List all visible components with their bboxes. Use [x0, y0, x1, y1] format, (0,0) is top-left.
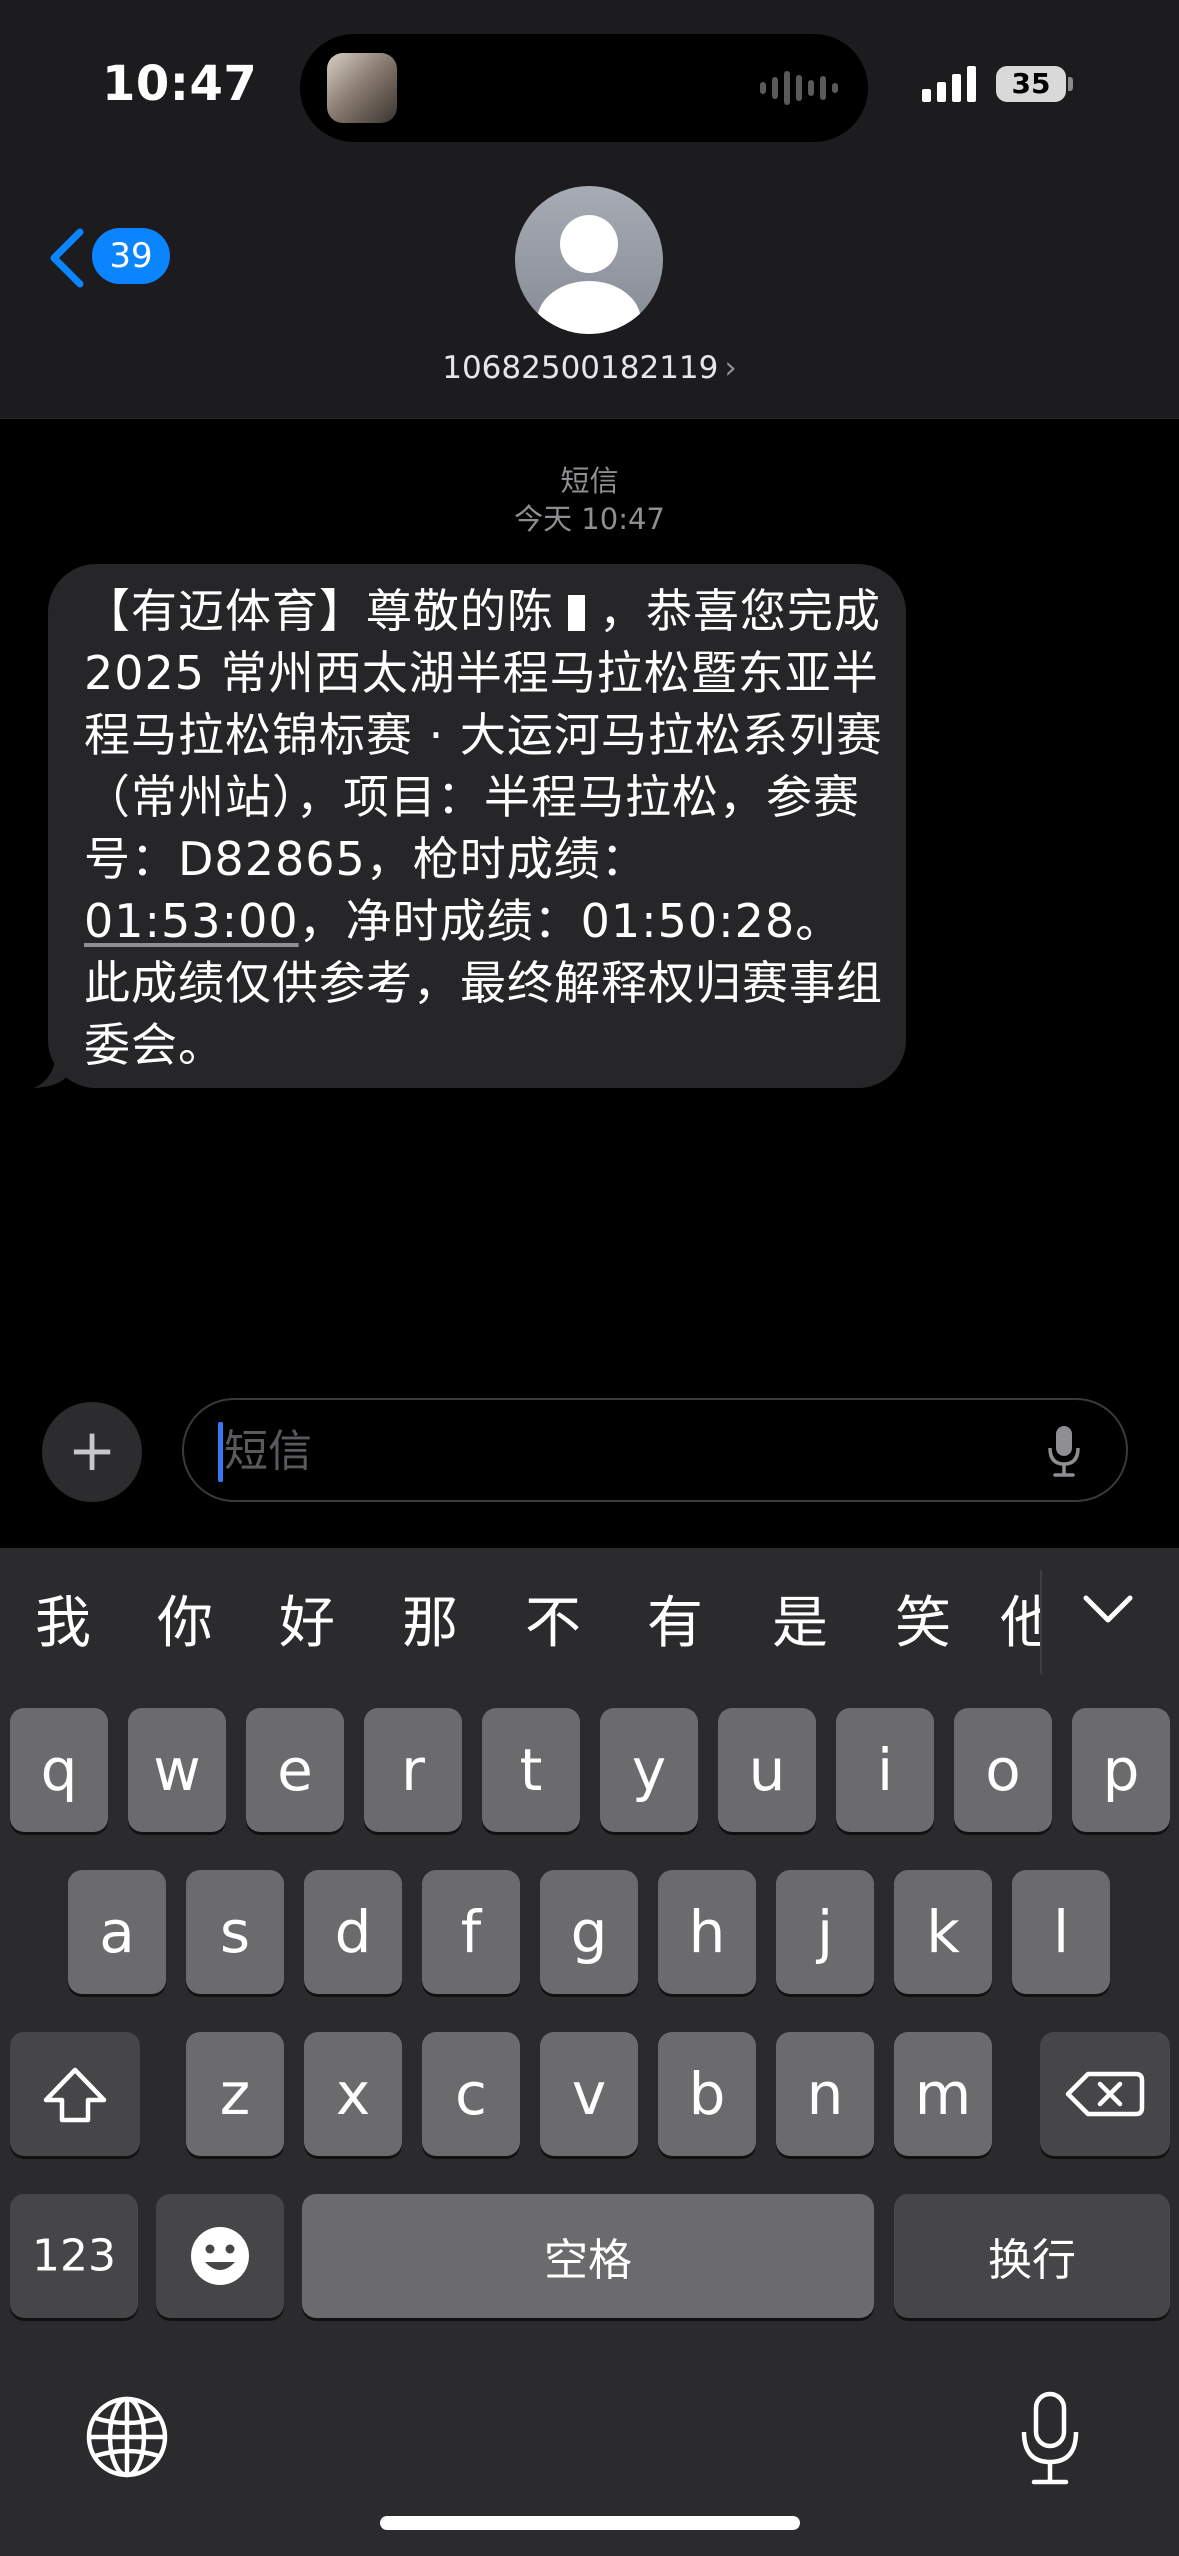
key-k[interactable]: k	[894, 1870, 992, 1994]
key-v[interactable]: v	[540, 2032, 638, 2156]
key-b[interactable]: b	[658, 2032, 756, 2156]
chevron-left-icon	[50, 228, 84, 288]
globe-icon[interactable]	[84, 2394, 170, 2480]
plus-icon: +	[67, 1416, 117, 1484]
message-field[interactable]	[182, 1398, 1128, 1502]
key-x[interactable]: x	[304, 2032, 402, 2156]
key-p[interactable]: p	[1072, 1708, 1170, 1832]
space-key[interactable]: 空格	[302, 2194, 874, 2318]
key-e[interactable]: e	[246, 1708, 344, 1832]
back-button[interactable]: 39	[48, 222, 178, 292]
redaction-mark	[568, 595, 585, 631]
key-o[interactable]: o	[954, 1708, 1052, 1832]
return-key[interactable]: 换行	[894, 2194, 1170, 2318]
message-text: 【有迈体育】尊敬的陈 ，恭喜您完成 2025 常州西太湖半程马拉松暨东亚半程马拉松…	[84, 580, 884, 1076]
status-time: 10:47	[102, 56, 258, 112]
key-j[interactable]: j	[776, 1870, 874, 1994]
battery-tip-icon	[1068, 77, 1073, 91]
bubble-tail-icon	[34, 1040, 70, 1088]
audio-waveform-icon	[760, 70, 838, 106]
message-text-part1: 【有迈体育】尊敬的陈	[84, 584, 554, 638]
message-input[interactable]	[222, 1418, 1006, 1484]
candidate-word[interactable]: 我	[18, 1578, 108, 1659]
message-timestamp: 今天 10:47	[514, 502, 665, 536]
candidate-word[interactable]: 你	[140, 1578, 230, 1659]
candidate-word[interactable]: 笑	[878, 1578, 968, 1659]
delete-key[interactable]	[1040, 2032, 1170, 2156]
candidate-word[interactable]: 是	[755, 1578, 845, 1659]
key-c[interactable]: c	[422, 2032, 520, 2156]
contact-number: 10682500182119	[442, 350, 719, 386]
chevron-right-icon: ›	[724, 350, 737, 386]
key-s[interactable]: s	[186, 1870, 284, 1994]
shift-arrow-icon	[43, 2067, 107, 2123]
numbers-key[interactable]: 123	[10, 2194, 138, 2318]
dictation-mic-icon[interactable]	[1046, 1424, 1082, 1480]
key-l[interactable]: l	[1012, 1870, 1110, 1994]
backspace-icon	[1065, 2071, 1145, 2117]
candidate-bar: 我 你 好 那 不 有 是 笑 他	[0, 1548, 1179, 1702]
battery-indicator: 35	[996, 66, 1066, 102]
candidate-word[interactable]: 不	[508, 1578, 598, 1659]
contact-avatar[interactable]	[515, 186, 663, 334]
key-n[interactable]: n	[776, 2032, 874, 2156]
key-a[interactable]: a	[68, 1870, 166, 1994]
unread-count-badge: 39	[92, 228, 170, 284]
dynamic-island[interactable]	[300, 34, 868, 142]
now-playing-artwork	[327, 53, 397, 123]
key-q[interactable]: q	[10, 1708, 108, 1832]
person-icon	[537, 215, 641, 334]
key-f[interactable]: f	[422, 1870, 520, 1994]
key-y[interactable]: y	[600, 1708, 698, 1832]
shift-key[interactable]	[10, 2032, 140, 2156]
key-u[interactable]: u	[718, 1708, 816, 1832]
cellular-signal-icon	[922, 62, 976, 102]
key-i[interactable]: i	[836, 1708, 934, 1832]
apps-plus-button[interactable]: +	[42, 1402, 142, 1502]
chevron-down-icon[interactable]	[1082, 1592, 1134, 1626]
candidate-word[interactable]: 那	[385, 1578, 475, 1659]
key-m[interactable]: m	[894, 2032, 992, 2156]
gun-time-link[interactable]: 01:53:00	[84, 894, 299, 948]
key-h[interactable]: h	[658, 1870, 756, 1994]
contact-name[interactable]: 10682500182119 ›	[0, 350, 1179, 386]
candidate-divider	[1040, 1570, 1042, 1674]
emoji-key[interactable]	[156, 2194, 284, 2318]
key-z[interactable]: z	[186, 2032, 284, 2156]
candidate-word[interactable]: 好	[262, 1578, 352, 1659]
key-r[interactable]: r	[364, 1708, 462, 1832]
key-t[interactable]: t	[482, 1708, 580, 1832]
home-indicator[interactable]	[380, 2516, 800, 2530]
key-d[interactable]: d	[304, 1870, 402, 1994]
key-g[interactable]: g	[540, 1870, 638, 1994]
key-w[interactable]: w	[128, 1708, 226, 1832]
keyboard-dictation-icon[interactable]	[1014, 2388, 1086, 2488]
message-type-label: 短信	[560, 464, 619, 498]
candidate-word[interactable]: 有	[630, 1578, 720, 1659]
candidate-word[interactable]: 他	[1000, 1578, 1040, 1659]
emoji-icon	[191, 2227, 249, 2285]
